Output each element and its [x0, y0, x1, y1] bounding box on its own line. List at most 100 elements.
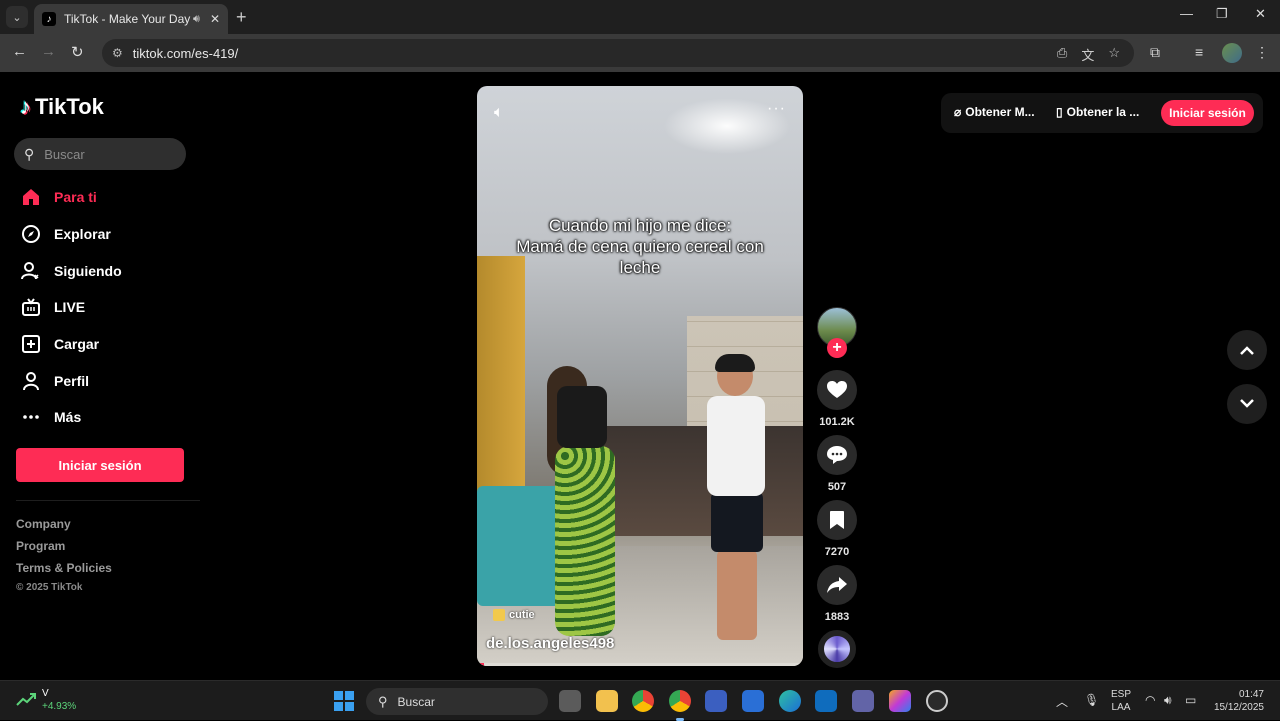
top-login-button[interactable]: Iniciar sesión — [1161, 100, 1254, 126]
video-caption: Cuando mi hijo me dice: Mamá de cena qui… — [477, 215, 803, 278]
speaker-icon[interactable]: 🔊︎ — [1164, 693, 1172, 708]
tiktok-note-icon: ♪ — [20, 94, 31, 119]
windows-start-icon[interactable] — [334, 691, 354, 711]
music-tag[interactable]: cutie — [493, 609, 535, 621]
volume-icon[interactable]: 🔈︎ — [494, 104, 504, 122]
restore-button[interactable]: ❐ — [1216, 6, 1228, 22]
nav-item-mas[interactable]: Más — [20, 405, 81, 429]
browser-tab[interactable]: ♪ TikTok - Make Your Day 🔊︎ ✕ — [34, 4, 228, 34]
video-progress-bar[interactable] — [477, 663, 803, 666]
nav-item-siguiendo[interactable]: Siguiendo — [20, 259, 122, 283]
site-info-icon[interactable]: ⚙ — [112, 46, 123, 60]
chrome-active-icon[interactable] — [669, 690, 691, 712]
reload-button[interactable]: ↻ — [71, 43, 84, 61]
nav-label: LIVE — [54, 299, 86, 315]
stock-symbol: V — [42, 688, 49, 699]
video-player[interactable]: 🔈︎ ··· Cuando mi hijo me dice: Mamá de c… — [477, 86, 803, 666]
teams-icon[interactable] — [852, 690, 874, 712]
copilot-icon[interactable] — [889, 690, 911, 712]
address-bar[interactable]: ⚙ tiktok.com/es-419/ ⎙ 文 ☆ — [102, 39, 1134, 67]
share-icon — [827, 577, 847, 593]
footer-link-terms[interactable]: Terms & Policies — [16, 561, 112, 575]
get-app-label-1: Obtener M... — [965, 105, 1035, 119]
nav-item-para-ti[interactable]: Para ti — [20, 185, 97, 209]
comment-button[interactable] — [817, 435, 857, 475]
tab-close-icon[interactable]: ✕ — [210, 12, 220, 26]
previous-video-button[interactable] — [1227, 330, 1267, 370]
stock-change: +4.93% — [42, 701, 77, 712]
tab-title: TikTok - Make Your Day — [64, 12, 191, 26]
chatgpt-icon[interactable] — [926, 690, 948, 712]
lang-line-2: LAA — [1111, 702, 1131, 713]
clock-date: 15/12/2025 — [1213, 702, 1264, 713]
vpn-app-icon[interactable] — [705, 690, 727, 712]
logo-text: TikTok — [35, 94, 104, 119]
like-button[interactable] — [817, 370, 857, 410]
footer-link-company[interactable]: Company — [16, 517, 71, 531]
browser-menu-icon[interactable]: ⋮ — [1255, 44, 1269, 61]
share-button[interactable] — [817, 565, 857, 605]
search-icon: ⚲ — [378, 693, 388, 709]
task-view-icon[interactable] — [559, 690, 581, 712]
forward-button[interactable]: → — [41, 43, 56, 60]
more-icon — [20, 406, 42, 428]
tray-overflow-icon[interactable]: ︿ — [1056, 693, 1068, 710]
edge-icon[interactable] — [779, 690, 801, 712]
save-button[interactable] — [817, 500, 857, 540]
taskbar-search-label: Buscar — [397, 694, 435, 709]
get-app-button-1[interactable]: ⌀ Obtener M... — [954, 105, 1035, 119]
file-explorer-icon[interactable] — [596, 690, 618, 712]
minimize-button[interactable]: — — [1180, 6, 1193, 21]
taskbar-search[interactable]: ⚲ Buscar — [366, 688, 548, 715]
video-options-icon[interactable]: ··· — [767, 100, 786, 118]
stock-widget[interactable]: V +4.93% — [16, 687, 76, 713]
battery-icon[interactable]: ▭ — [1185, 693, 1196, 707]
sidebar-divider — [16, 500, 200, 501]
search-input[interactable]: ⚲ Buscar — [14, 138, 186, 170]
nav-label: Más — [54, 409, 82, 425]
nav-label: Cargar — [54, 336, 100, 352]
footer-link-program[interactable]: Program — [16, 539, 65, 553]
bookmark-star-icon[interactable]: ☆ — [1108, 45, 1120, 64]
wifi-icon[interactable]: ◠ — [1145, 693, 1155, 707]
get-app-button-2[interactable]: ▯ Obtener la ... — [1056, 105, 1139, 119]
nav-item-explorar[interactable]: Explorar — [20, 222, 111, 246]
extensions-icon[interactable]: ⧉ — [1150, 44, 1160, 61]
home-icon — [20, 186, 42, 208]
back-button[interactable]: ← — [12, 43, 27, 60]
tab-search-button[interactable]: ⌄ — [6, 6, 28, 28]
get-app-label-2: Obtener la ... — [1066, 105, 1140, 119]
video-author[interactable]: de.los.angeles498 — [486, 635, 614, 652]
save-count: 7270 — [824, 546, 850, 558]
live-icon — [20, 296, 42, 318]
caption-line: Cuando mi hijo me dice: — [548, 216, 732, 235]
phone-icon: ▯ — [1056, 105, 1063, 119]
lang-line-1: ESP — [1111, 689, 1132, 700]
new-tab-button[interactable]: + — [236, 7, 247, 28]
system-clock[interactable]: 01:47 15/12/2025 — [1206, 688, 1264, 714]
like-count: 101.2K — [819, 416, 855, 428]
chrome-icon[interactable] — [632, 690, 654, 712]
language-indicator[interactable]: ESP LAA — [1111, 688, 1131, 714]
nav-label: Para ti — [54, 189, 97, 205]
translate-icon[interactable]: 文 — [1081, 45, 1094, 64]
clock-time: 01:47 — [1238, 689, 1264, 700]
next-video-button[interactable] — [1227, 384, 1267, 424]
music-tag-icon — [493, 609, 505, 621]
reading-list-icon[interactable]: ≡ — [1195, 44, 1203, 60]
tab-audio-icon[interactable]: 🔊︎ — [193, 13, 200, 26]
browser-profile-avatar[interactable] — [1222, 43, 1242, 63]
store-icon[interactable] — [742, 690, 764, 712]
nav-label: Explorar — [54, 226, 111, 242]
window-close-button[interactable]: ✕ — [1255, 6, 1266, 22]
nav-item-perfil[interactable]: Perfil — [20, 369, 89, 393]
tiktok-logo[interactable]: ♪ TikTok — [20, 94, 104, 120]
music-disc-icon[interactable] — [818, 630, 856, 668]
sidebar-login-button[interactable]: Iniciar sesión — [16, 448, 184, 482]
follow-plus-icon[interactable]: + — [827, 338, 847, 358]
microphone-icon[interactable]: 🎙︎ — [1084, 693, 1099, 707]
nav-item-cargar[interactable]: Cargar — [20, 332, 99, 356]
nav-item-live[interactable]: LIVE — [20, 295, 85, 319]
install-app-icon[interactable]: ⎙ — [1057, 45, 1067, 64]
outlook-icon[interactable] — [815, 690, 837, 712]
